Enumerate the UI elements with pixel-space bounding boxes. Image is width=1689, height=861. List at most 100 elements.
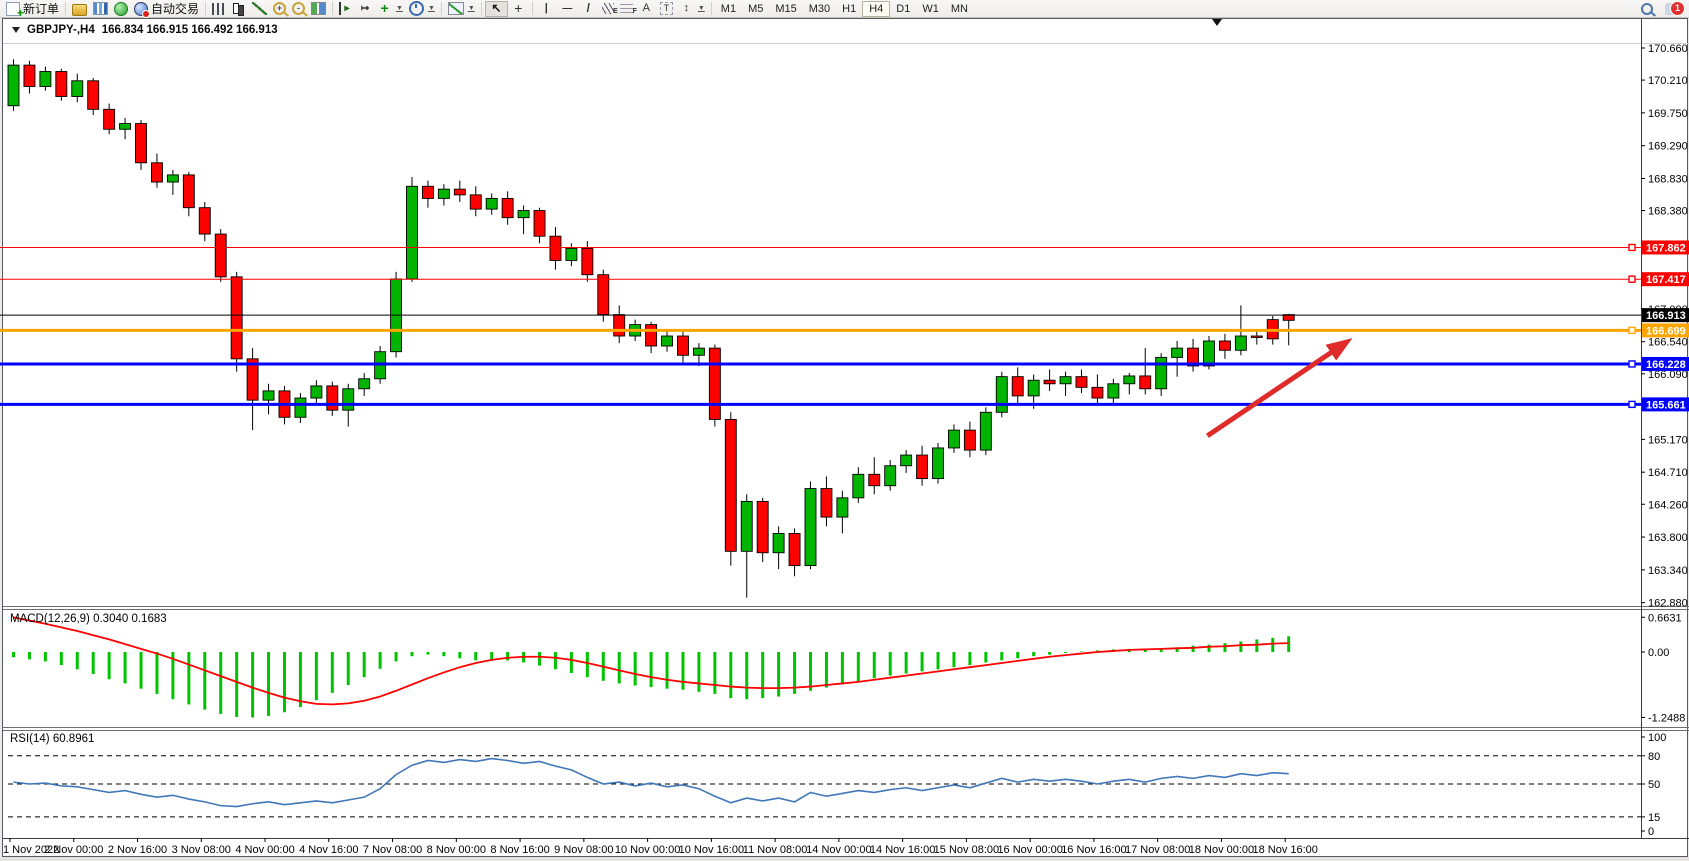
candle-body: [40, 72, 51, 87]
candle-body: [1251, 336, 1262, 337]
line-handle[interactable]: [1629, 244, 1635, 250]
price-axis: 170.660170.210169.750169.290168.830168.3…: [1641, 43, 1688, 838]
candle-body: [773, 533, 784, 552]
zoom-in-button[interactable]: +: [270, 1, 289, 17]
search-button[interactable]: [1638, 1, 1656, 17]
candle-body: [1092, 387, 1103, 398]
timeframe-m15-button[interactable]: M15: [769, 1, 802, 17]
trend-arrow-annotation[interactable]: [1207, 338, 1352, 436]
time-axis-label: 18 Nov 00:00: [1189, 844, 1254, 856]
candle-body: [1124, 376, 1135, 384]
axis-tick-label: 163.340: [1648, 565, 1688, 577]
chart-shift-marker[interactable]: [1212, 19, 1222, 26]
window-bottom-edge: [0, 857, 1689, 861]
auto-trading-button[interactable]: 自动交易: [131, 1, 202, 17]
time-axis-label: 4 Nov 16:00: [299, 844, 358, 856]
equidistant-channel-button[interactable]: [599, 1, 617, 17]
axis-tick-label: 162.880: [1648, 598, 1688, 610]
candle-body: [917, 455, 928, 479]
vertical-line-button[interactable]: [536, 1, 557, 17]
price-tag: 167.862: [1642, 240, 1689, 254]
text-button[interactable]: [636, 1, 657, 17]
candle-body: [231, 277, 242, 359]
price-tag-text: 166.228: [1646, 359, 1686, 371]
crosshair-button[interactable]: [508, 1, 529, 17]
candle-body: [359, 379, 370, 389]
line-handle[interactable]: [1629, 276, 1635, 282]
candle-body: [518, 211, 529, 218]
rsi-line: [14, 759, 1289, 807]
candle-body: [136, 124, 147, 163]
main-toolbar: 新订单 自动交易 + - ▼ ▼ ▼ ▼ M1 M5 M15 M30 H1 H4…: [0, 0, 1689, 18]
notifications-button[interactable]: 1: [1662, 1, 1682, 17]
timeframe-w1-button[interactable]: W1: [916, 1, 945, 17]
indicators-button[interactable]: ▼: [374, 1, 406, 17]
new-order-button[interactable]: 新订单: [3, 1, 62, 17]
arrows-button[interactable]: ▼: [676, 1, 708, 17]
line-handle[interactable]: [1629, 401, 1635, 407]
zoom-out-button[interactable]: -: [289, 1, 308, 17]
line-handle[interactable]: [1629, 361, 1635, 367]
timeframe-mn-button[interactable]: MN: [945, 1, 974, 17]
candle-body: [454, 189, 465, 195]
text-label-button[interactable]: [657, 1, 676, 17]
timeframe-d1-button[interactable]: D1: [890, 1, 916, 17]
time-axis-label: 10 Nov 00:00: [615, 844, 680, 856]
candle-body: [709, 348, 720, 419]
market-watch-button[interactable]: [90, 1, 111, 17]
time-axis-label: 10 Nov 16:00: [679, 844, 744, 856]
timeframe-m5-button[interactable]: M5: [742, 1, 769, 17]
trendline-icon: [581, 2, 596, 15]
candle-body: [662, 336, 673, 346]
bar-chart-button[interactable]: [209, 1, 228, 17]
line-handle[interactable]: [1629, 327, 1635, 333]
time-axis-label: 14 Nov 16:00: [870, 844, 935, 856]
time-axis: 1 Nov 20222 Nov 00:002 Nov 16:003 Nov 08…: [3, 838, 1318, 856]
candle-body: [757, 501, 768, 552]
trend-arrow-shaft[interactable]: [1207, 349, 1335, 435]
candlesticks: [8, 59, 1294, 597]
candle-body: [343, 389, 354, 410]
axis-tick-label: 170.660: [1648, 43, 1688, 55]
indicators-icon: [377, 2, 392, 15]
candle-body: [1060, 377, 1071, 384]
fibonacci-button[interactable]: [617, 1, 636, 17]
symbol-dropdown-icon[interactable]: [12, 27, 20, 33]
candle-body: [327, 386, 338, 410]
chart-profiles-button[interactable]: [69, 1, 90, 17]
chart-shift-button[interactable]: [356, 1, 374, 17]
axis-tick-label: 15: [1648, 812, 1660, 824]
candle-body: [1156, 357, 1167, 388]
candle-body: [24, 65, 35, 86]
toolbar-separator: [441, 2, 442, 15]
candle-body: [853, 474, 864, 498]
time-axis-label: 17 Nov 08:00: [1125, 844, 1190, 856]
timeframe-m1-button[interactable]: M1: [715, 1, 742, 17]
candle-body: [821, 489, 832, 518]
templates-button[interactable]: ▼: [445, 1, 478, 17]
axis-tick-label: 0: [1648, 826, 1654, 838]
tile-windows-button[interactable]: [308, 1, 329, 17]
axis-tick-label: 100: [1648, 732, 1666, 744]
timeframe-h4-button[interactable]: H4: [862, 1, 890, 17]
cursor-button[interactable]: [485, 1, 508, 17]
navigator-button[interactable]: [111, 1, 131, 17]
periods-button[interactable]: ▼: [406, 1, 438, 17]
trendline-button[interactable]: [578, 1, 599, 17]
horizontal-line-button[interactable]: [557, 1, 578, 17]
candle-body: [56, 72, 67, 97]
axis-tick-label: 163.800: [1648, 532, 1688, 544]
rsi-indicator-label: RSI(14) 60.8961: [10, 733, 94, 745]
auto-scroll-button[interactable]: [336, 1, 356, 17]
candle-body: [502, 198, 513, 217]
price-tag: 167.417: [1642, 272, 1689, 286]
line-chart-button[interactable]: [249, 1, 270, 17]
candle-body: [263, 391, 274, 400]
timeframe-m30-button[interactable]: M30: [803, 1, 836, 17]
candle-body: [582, 248, 593, 274]
candlestick-chart-button[interactable]: [228, 1, 249, 17]
candle-body: [805, 489, 816, 566]
timeframe-h1-button[interactable]: H1: [836, 1, 862, 17]
line-chart-icon: [252, 2, 267, 15]
candle-body: [199, 208, 210, 234]
